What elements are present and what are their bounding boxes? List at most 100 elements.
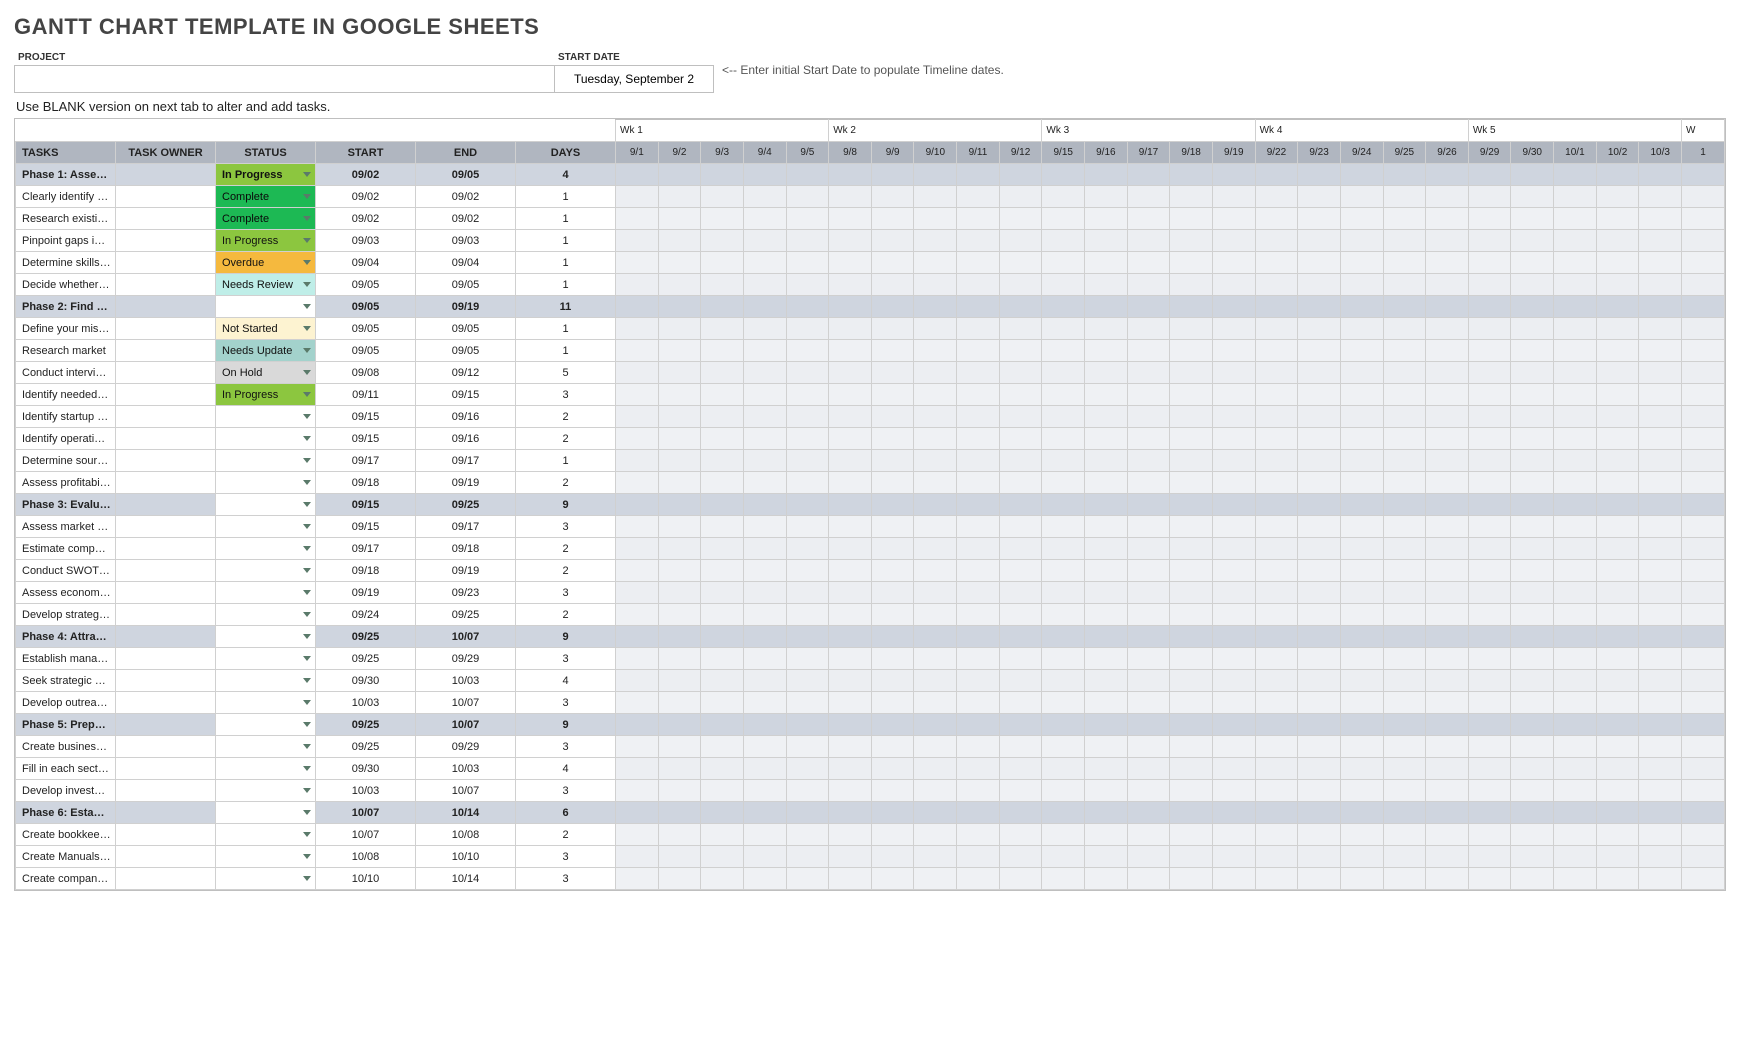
end-cell[interactable]: 09/05 bbox=[416, 340, 516, 362]
chevron-down-icon[interactable] bbox=[303, 876, 311, 881]
task-cell[interactable]: Phase 6: Establish Supporting Systems bbox=[16, 802, 116, 824]
owner-cell[interactable] bbox=[116, 296, 216, 318]
task-row[interactable]: Identify startup costs09/1509/162 bbox=[16, 406, 1725, 428]
start-cell[interactable]: 10/07 bbox=[316, 802, 416, 824]
days-cell[interactable]: 4 bbox=[516, 164, 616, 186]
task-cell[interactable]: Develop investor pitch deck bbox=[16, 780, 116, 802]
chevron-down-icon[interactable] bbox=[303, 568, 311, 573]
days-cell[interactable]: 1 bbox=[516, 252, 616, 274]
days-cell[interactable]: 3 bbox=[516, 516, 616, 538]
end-cell[interactable]: 09/02 bbox=[416, 186, 516, 208]
start-cell[interactable]: 09/15 bbox=[316, 494, 416, 516]
chevron-down-icon[interactable] bbox=[303, 810, 311, 815]
end-cell[interactable]: 09/29 bbox=[416, 736, 516, 758]
task-cell[interactable]: Seek strategic partnerships bbox=[16, 670, 116, 692]
task-cell[interactable]: Develop strategic plan bbox=[16, 604, 116, 626]
task-row[interactable]: Identify operating costs09/1509/162 bbox=[16, 428, 1725, 450]
phase-row[interactable]: Phase 2: Find Opportunity and Check Viab… bbox=[16, 296, 1725, 318]
status-cell[interactable] bbox=[216, 736, 316, 758]
days-cell[interactable]: 1 bbox=[516, 340, 616, 362]
end-cell[interactable]: 09/25 bbox=[416, 494, 516, 516]
start-cell[interactable]: 09/25 bbox=[316, 736, 416, 758]
days-cell[interactable]: 3 bbox=[516, 384, 616, 406]
start-cell[interactable]: 09/25 bbox=[316, 648, 416, 670]
startdate-input[interactable] bbox=[554, 65, 714, 93]
owner-cell[interactable] bbox=[116, 868, 216, 890]
chevron-down-icon[interactable] bbox=[303, 788, 311, 793]
days-cell[interactable]: 1 bbox=[516, 450, 616, 472]
end-cell[interactable]: 09/19 bbox=[416, 560, 516, 582]
end-cell[interactable]: 09/05 bbox=[416, 318, 516, 340]
task-cell[interactable]: Determine sources of funding bbox=[16, 450, 116, 472]
status-cell[interactable] bbox=[216, 494, 316, 516]
owner-cell[interactable] bbox=[116, 274, 216, 296]
days-cell[interactable]: 1 bbox=[516, 208, 616, 230]
end-cell[interactable]: 09/16 bbox=[416, 406, 516, 428]
chevron-down-icon[interactable] bbox=[303, 458, 311, 463]
task-cell[interactable]: Pinpoint gaps in existing products or se… bbox=[16, 230, 116, 252]
days-cell[interactable]: 11 bbox=[516, 296, 616, 318]
chevron-down-icon[interactable] bbox=[303, 304, 311, 309]
start-cell[interactable]: 09/15 bbox=[316, 428, 416, 450]
start-cell[interactable]: 09/04 bbox=[316, 252, 416, 274]
task-row[interactable]: Develop outreach plan10/0310/073 bbox=[16, 692, 1725, 714]
end-cell[interactable]: 09/19 bbox=[416, 472, 516, 494]
chevron-down-icon[interactable] bbox=[303, 678, 311, 683]
owner-cell[interactable] bbox=[116, 692, 216, 714]
owner-cell[interactable] bbox=[116, 802, 216, 824]
task-cell[interactable]: Estimate competition bbox=[16, 538, 116, 560]
chevron-down-icon[interactable] bbox=[303, 590, 311, 595]
end-cell[interactable]: 10/14 bbox=[416, 802, 516, 824]
task-cell[interactable]: Create company portal to store key docum… bbox=[16, 868, 116, 890]
start-cell[interactable]: 09/05 bbox=[316, 318, 416, 340]
start-cell[interactable]: 10/03 bbox=[316, 692, 416, 714]
start-cell[interactable]: 09/02 bbox=[316, 164, 416, 186]
end-cell[interactable]: 10/07 bbox=[416, 692, 516, 714]
days-cell[interactable]: 1 bbox=[516, 230, 616, 252]
owner-cell[interactable] bbox=[116, 318, 216, 340]
task-row[interactable]: Assess market size09/1509/173 bbox=[16, 516, 1725, 538]
owner-cell[interactable] bbox=[116, 340, 216, 362]
owner-cell[interactable] bbox=[116, 648, 216, 670]
task-cell[interactable]: Fill in each section of business plan bbox=[16, 758, 116, 780]
task-cell[interactable]: Clearly identify the problem and solutio… bbox=[16, 186, 116, 208]
chevron-down-icon[interactable] bbox=[303, 546, 311, 551]
task-row[interactable]: Determine sources of funding09/1709/171 bbox=[16, 450, 1725, 472]
task-row[interactable]: Decide whether to proceedNeeds Review09/… bbox=[16, 274, 1725, 296]
days-cell[interactable]: 3 bbox=[516, 736, 616, 758]
start-cell[interactable]: 09/24 bbox=[316, 604, 416, 626]
owner-cell[interactable] bbox=[116, 516, 216, 538]
days-cell[interactable]: 4 bbox=[516, 670, 616, 692]
start-cell[interactable]: 09/05 bbox=[316, 296, 416, 318]
task-row[interactable]: Create company portal to store key docum… bbox=[16, 868, 1725, 890]
status-cell[interactable] bbox=[216, 538, 316, 560]
task-row[interactable]: Determine skills, equipment, and materia… bbox=[16, 252, 1725, 274]
status-cell[interactable] bbox=[216, 846, 316, 868]
status-cell[interactable] bbox=[216, 868, 316, 890]
end-cell[interactable]: 09/23 bbox=[416, 582, 516, 604]
status-cell[interactable] bbox=[216, 516, 316, 538]
project-input[interactable] bbox=[14, 65, 554, 93]
status-cell[interactable] bbox=[216, 626, 316, 648]
task-cell[interactable]: Create bookkeeping systems bbox=[16, 824, 116, 846]
owner-cell[interactable] bbox=[116, 714, 216, 736]
start-cell[interactable]: 09/25 bbox=[316, 626, 416, 648]
status-cell[interactable] bbox=[216, 758, 316, 780]
task-row[interactable]: Fill in each section of business plan09/… bbox=[16, 758, 1725, 780]
end-cell[interactable]: 09/12 bbox=[416, 362, 516, 384]
chevron-down-icon[interactable] bbox=[303, 392, 311, 397]
days-cell[interactable]: 2 bbox=[516, 472, 616, 494]
start-cell[interactable]: 10/03 bbox=[316, 780, 416, 802]
chevron-down-icon[interactable] bbox=[303, 722, 311, 727]
task-row[interactable]: Estimate competition09/1709/182 bbox=[16, 538, 1725, 560]
chevron-down-icon[interactable] bbox=[303, 436, 311, 441]
chevron-down-icon[interactable] bbox=[303, 700, 311, 705]
phase-row[interactable]: Phase 6: Establish Supporting Systems 10/… bbox=[16, 802, 1725, 824]
status-cell[interactable]: Not Started bbox=[216, 318, 316, 340]
days-cell[interactable]: 3 bbox=[516, 780, 616, 802]
end-cell[interactable]: 09/18 bbox=[416, 538, 516, 560]
status-cell[interactable]: In Progress bbox=[216, 164, 316, 186]
status-cell[interactable] bbox=[216, 406, 316, 428]
start-cell[interactable]: 09/18 bbox=[316, 560, 416, 582]
status-cell[interactable]: On Hold bbox=[216, 362, 316, 384]
